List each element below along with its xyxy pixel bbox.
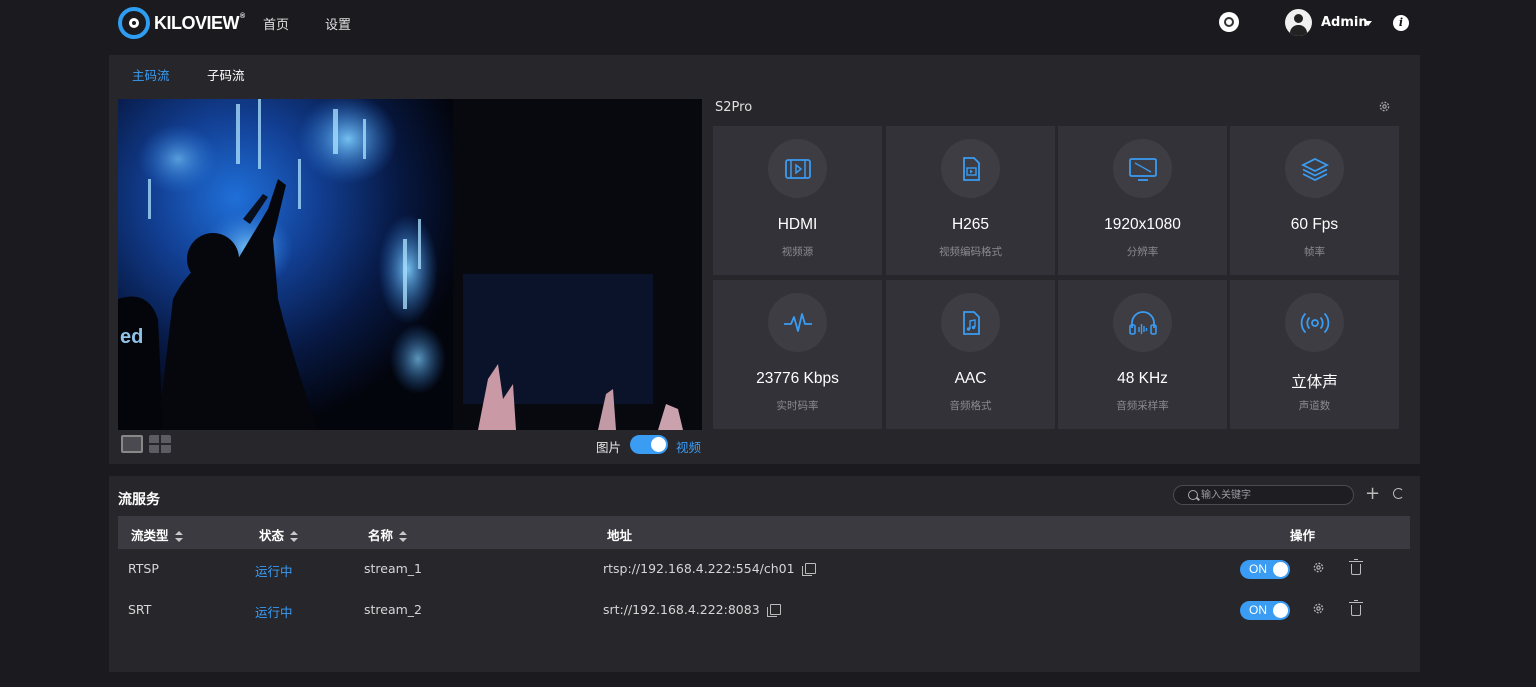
stat-tile-audio-format: AAC 音频格式 — [886, 280, 1055, 429]
search-icon — [1188, 490, 1198, 500]
cell-address: rtsp://192.168.4.222:554/ch01 — [603, 561, 816, 576]
music-file-icon — [941, 293, 1000, 352]
cell-address: srt://192.168.4.222:8083 — [603, 602, 781, 617]
cell-stream-type: SRT — [128, 602, 152, 617]
stat-caption: 视频源 — [781, 246, 814, 258]
mode-label-video: 视频 — [676, 440, 702, 455]
copy-icon[interactable] — [801, 563, 816, 576]
stat-value: AAC — [954, 370, 987, 387]
column-header-actions: 操作 — [1290, 528, 1316, 543]
trash-icon[interactable] — [1349, 600, 1363, 616]
stream-toggle[interactable]: ON — [1240, 601, 1290, 620]
avatar[interactable] — [1285, 9, 1312, 36]
stat-caption: 帧率 — [1304, 246, 1325, 258]
sort-icon[interactable] — [290, 531, 299, 542]
svg-text:ed: ed — [120, 326, 143, 348]
film-icon — [768, 139, 827, 198]
trash-icon[interactable] — [1349, 559, 1363, 575]
pulse-icon — [768, 293, 827, 352]
nav-home[interactable]: 首页 — [263, 14, 289, 33]
cell-status: 运行中 — [255, 564, 293, 579]
stat-value: H265 — [951, 216, 990, 233]
stat-caption: 音频采样率 — [1116, 400, 1169, 412]
column-header-name[interactable]: 名称 — [368, 525, 408, 544]
column-header-address: 地址 — [607, 528, 633, 543]
tab-main-stream[interactable]: 主码流 — [132, 65, 170, 84]
cell-name: stream_1 — [364, 561, 423, 576]
search-input[interactable] — [1201, 487, 1346, 503]
stat-value: 立体声 — [1291, 374, 1338, 391]
stat-tile-resolution: 1920x1080 分辨率 — [1058, 126, 1227, 275]
sort-icon[interactable] — [174, 531, 183, 542]
stat-caption: 分辨率 — [1126, 246, 1159, 258]
logo-mark-icon — [118, 7, 150, 39]
stat-tile-channels: 立体声 声道数 — [1230, 280, 1399, 429]
stat-tile-video-codec: H265 视频编码格式 — [886, 126, 1055, 275]
monitor-icon — [1113, 139, 1172, 198]
settings-gear-icon[interactable] — [1312, 561, 1325, 574]
tab-sub-stream[interactable]: 子码流 — [207, 65, 245, 84]
chat-icon[interactable] — [1219, 12, 1239, 32]
device-name: S2Pro — [715, 100, 753, 115]
broadcast-icon — [1285, 293, 1344, 352]
stat-value: 23776 Kbps — [756, 370, 839, 387]
video-preview: ed — [118, 99, 702, 430]
video-file-icon — [941, 139, 1000, 198]
column-header-type[interactable]: 流类型 — [131, 525, 183, 544]
single-view-icon[interactable] — [121, 435, 143, 453]
column-header-status[interactable]: 状态 — [259, 525, 299, 544]
table-header — [118, 516, 1410, 549]
logo[interactable]: KILOVIEW® — [118, 6, 245, 40]
stream-toggle[interactable]: ON — [1240, 560, 1290, 579]
settings-gear-icon[interactable] — [1312, 602, 1325, 615]
mode-label-image: 图片 — [596, 440, 622, 455]
stat-tile-video-source: HDMI 视频源 — [713, 126, 882, 275]
user-name[interactable]: Admin — [1321, 15, 1368, 30]
search-box[interactable] — [1173, 485, 1354, 505]
logo-registered-mark: ® — [240, 12, 245, 20]
gear-icon[interactable] — [1378, 100, 1391, 113]
stat-tile-frame-rate: 60 Fps 帧率 — [1230, 126, 1399, 275]
cell-name: stream_2 — [364, 602, 423, 617]
stat-tile-bitrate: 23776 Kbps 实时码率 — [713, 280, 882, 429]
sort-icon[interactable] — [399, 531, 408, 542]
refresh-icon[interactable] — [1393, 488, 1404, 499]
info-icon[interactable]: i — [1393, 15, 1409, 31]
stat-caption: 实时码率 — [776, 400, 819, 412]
layers-icon — [1285, 139, 1344, 198]
concert-preview-image: ed — [118, 99, 702, 430]
chevron-down-icon[interactable] — [1364, 21, 1372, 26]
stat-caption: 声道数 — [1298, 400, 1331, 412]
cell-status: 运行中 — [255, 605, 293, 620]
headphones-icon — [1113, 293, 1172, 352]
preview-mode-toggle[interactable] — [630, 435, 668, 454]
stat-value: HDMI — [777, 216, 818, 233]
copy-icon[interactable] — [766, 604, 781, 617]
nav-settings[interactable]: 设置 — [325, 14, 351, 33]
section-title: 流服务 — [118, 492, 160, 508]
quad-view-icon[interactable] — [149, 435, 171, 453]
stat-value: 1920x1080 — [1104, 216, 1181, 233]
stat-value: 60 Fps — [1290, 216, 1339, 233]
stat-caption: 视频编码格式 — [939, 246, 1002, 258]
add-icon[interactable]: + — [1365, 485, 1380, 503]
cell-stream-type: RTSP — [128, 561, 159, 576]
stat-caption: 音频格式 — [949, 400, 992, 412]
logo-text: KILOVIEW — [154, 12, 240, 33]
stat-value: 48 KHz — [1117, 370, 1168, 387]
stat-tile-sample-rate: 48 KHz 音频采样率 — [1058, 280, 1227, 429]
